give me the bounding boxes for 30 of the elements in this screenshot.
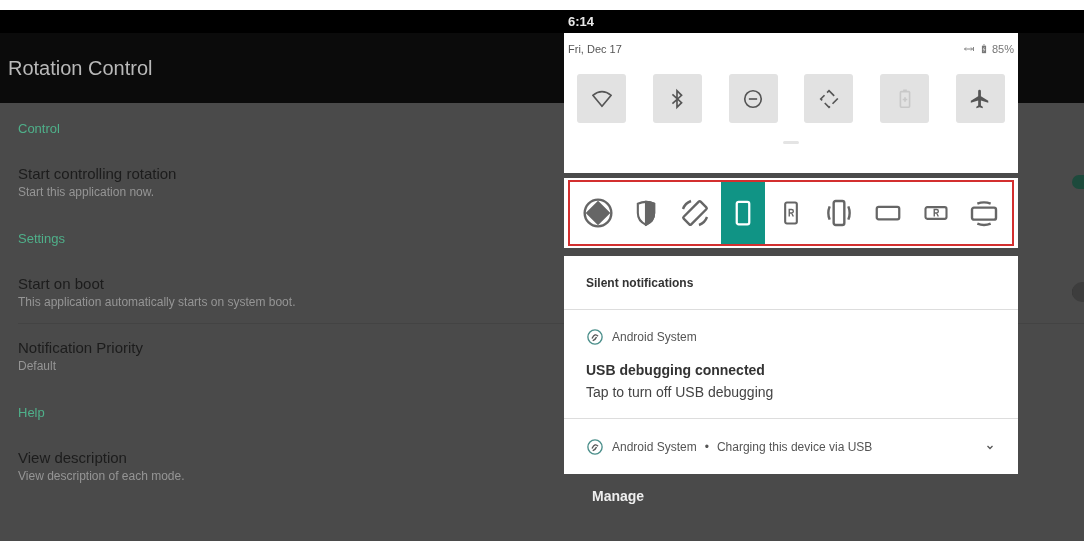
notification-section-header: Silent notifications [586, 275, 694, 290]
section-header: Help [18, 404, 45, 422]
quick-setting-tile[interactable] [728, 74, 778, 123]
app-title: Rotation Control [7, 56, 153, 80]
section-header: Control [18, 120, 60, 138]
android-system-icon [586, 328, 604, 346]
preference-summary: Default [18, 358, 57, 373]
manage-button[interactable]: Manage [564, 474, 645, 504]
auto-rotate-icon [817, 87, 840, 110]
date-label: Fri, Dec 17 [568, 43, 622, 55]
quick-setting-tile[interactable] [652, 74, 702, 123]
clock-time: 6:14 [568, 14, 595, 29]
separator-dot: • [704, 439, 709, 454]
notification-title[interactable]: USB debugging connected [586, 362, 996, 378]
preference-summary: This application automatically starts on system boot. [18, 294, 296, 309]
quick-setting-tile[interactable] [577, 74, 626, 123]
rotation-circle-icon [582, 197, 614, 229]
quick-setting-tile[interactable] [804, 74, 854, 123]
android-system-icon [586, 437, 604, 456]
rotation-mode-button[interactable] [720, 182, 765, 244]
notification-app-name: Android System [612, 439, 697, 454]
notification-text: Tap to turn off USB debugging [586, 384, 775, 400]
notification-app-name: Android System [612, 330, 697, 344]
do-not-disturb-icon [742, 87, 765, 110]
battery-percent: 85% [991, 43, 1014, 55]
notification-text: Charging this device via USB [716, 439, 873, 454]
quick-setting-tile[interactable] [956, 74, 1005, 123]
preference-summary: Start this application now. [18, 184, 155, 199]
section-header: Settings [18, 230, 65, 248]
preference-summary: View description of each mode. [18, 468, 185, 483]
